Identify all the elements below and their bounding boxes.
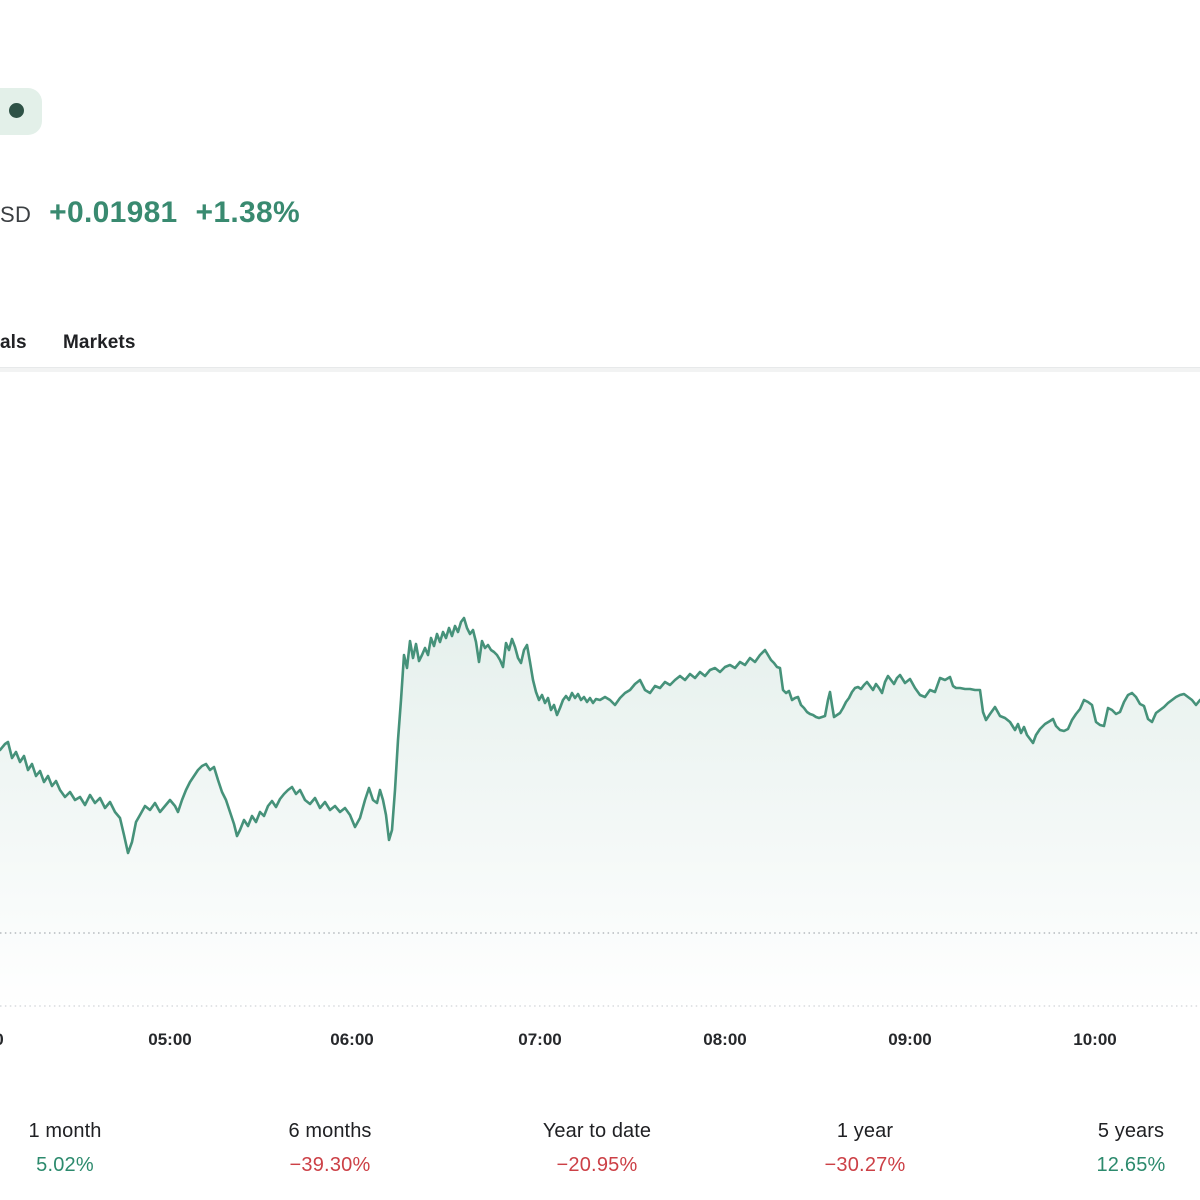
stock-quote-page: SD +0.01981 +1.38% als Markets 04:00 05:… (0, 0, 1200, 1200)
x-axis-labels: 04:00 05:00 06:00 07:00 08:00 09:00 10:0… (0, 1030, 1200, 1052)
status-badge (0, 88, 42, 135)
performance-stat[interactable]: 6 months −39.30% (220, 1120, 440, 1177)
price-change-percent: +1.38% (196, 196, 300, 230)
tab-divider (0, 367, 1200, 372)
price-change-row: SD +0.01981 +1.38% (0, 196, 300, 230)
performance-stat-label: Year to date (487, 1120, 707, 1143)
tab-financials-fragment[interactable]: als (0, 332, 27, 354)
x-axis-tick-label: 07:00 (518, 1030, 561, 1050)
tab-markets[interactable]: Markets (63, 332, 136, 354)
x-axis-tick-label: 09:00 (888, 1030, 931, 1050)
price-area-fill (0, 618, 1200, 1013)
performance-stat-value: −20.95% (487, 1154, 707, 1177)
performance-stat-label: 6 months (220, 1120, 440, 1143)
performance-stat-value: 5.02% (0, 1154, 175, 1177)
x-axis-tick-label: 05:00 (148, 1030, 191, 1050)
x-axis-tick-label: 06:00 (330, 1030, 373, 1050)
price-change-absolute: +0.01981 (49, 196, 177, 230)
currency-label-fragment: SD (0, 202, 31, 228)
status-dot-icon (9, 103, 24, 118)
performance-stat-label: 1 month (0, 1120, 175, 1143)
performance-stat-value: 12.65% (1021, 1154, 1200, 1177)
x-axis-tick-label: 08:00 (703, 1030, 746, 1050)
performance-stat[interactable]: 1 month 5.02% (0, 1120, 175, 1177)
price-chart[interactable] (0, 373, 1200, 1013)
performance-stat[interactable]: Year to date −20.95% (487, 1120, 707, 1177)
performance-stat-label: 1 year (755, 1120, 975, 1143)
performance-stat[interactable]: 5 years 12.65% (1021, 1120, 1200, 1177)
x-axis-tick-label: 10:00 (1073, 1030, 1116, 1050)
performance-stats-row: 1 month 5.02% 6 months −39.30% Year to d… (0, 1120, 1200, 1200)
performance-stat-value: −39.30% (220, 1154, 440, 1177)
x-axis-tick-label: 04:00 (0, 1030, 4, 1050)
performance-stat[interactable]: 1 year −30.27% (755, 1120, 975, 1177)
performance-stat-value: −30.27% (755, 1154, 975, 1177)
performance-stat-label: 5 years (1021, 1120, 1200, 1143)
